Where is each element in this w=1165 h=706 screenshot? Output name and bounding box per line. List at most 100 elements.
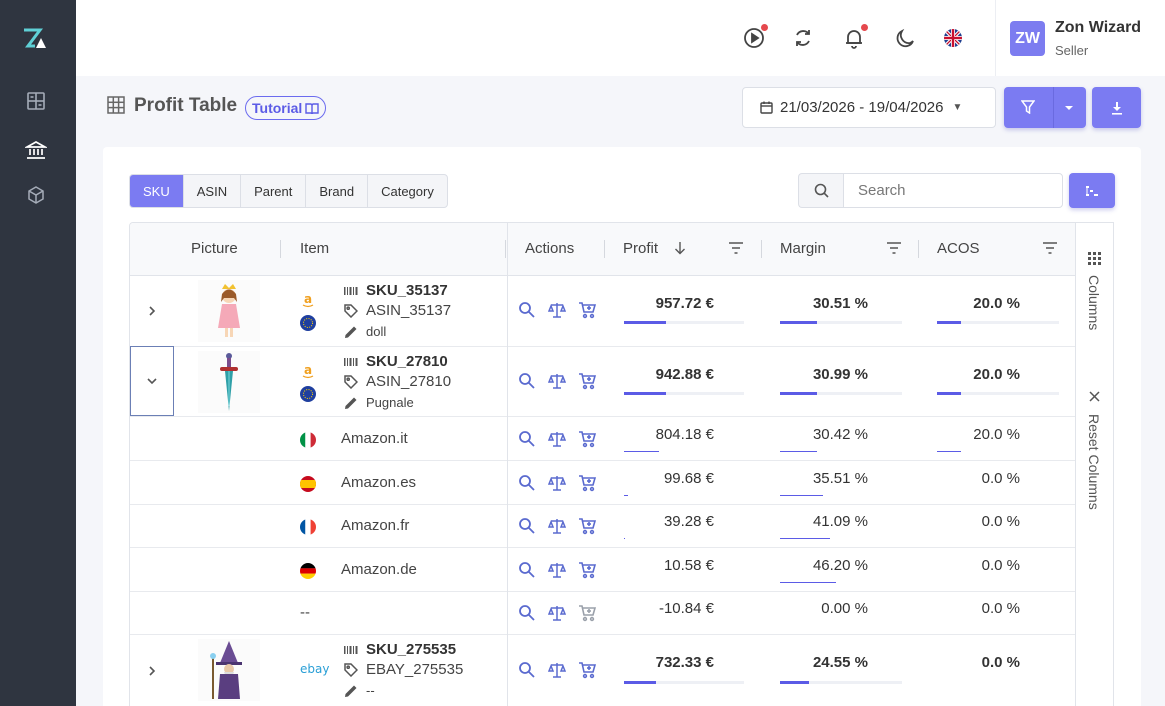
- sort-down-icon[interactable]: [674, 241, 686, 255]
- table-row[interactable]: a SKU_27810 ASIN_27810 Pugnale 942.88 € …: [130, 346, 1075, 417]
- pencil-icon: [345, 326, 357, 338]
- product-name: Pugnale: [344, 395, 414, 410]
- column-margin[interactable]: Margin: [780, 240, 826, 257]
- top-header: ZW Zon Wizard Seller: [76, 0, 1165, 76]
- funnel-icon: [1021, 100, 1035, 114]
- column-separator: [918, 240, 919, 258]
- close-icon[interactable]: [1089, 391, 1100, 402]
- date-range-picker[interactable]: 21/03/2026 - 19/04/2026 ▼: [742, 87, 996, 128]
- scale-icon[interactable]: [548, 301, 566, 319]
- download-button[interactable]: [1092, 87, 1141, 128]
- filter-icon[interactable]: [1042, 241, 1058, 255]
- dashboard-icon[interactable]: [25, 90, 47, 112]
- search-icon[interactable]: [518, 430, 536, 448]
- chevron-down-icon[interactable]: [130, 346, 174, 416]
- tab-sku[interactable]: SKU: [130, 175, 184, 207]
- search-icon[interactable]: [518, 372, 536, 390]
- moon-icon[interactable]: [893, 26, 917, 50]
- marketplace-row[interactable]: Amazon.de 10.58 € 46.20 % 0.0 %: [130, 548, 1075, 592]
- table-row[interactable]: ebay SKU_275535 EBAY_275535 -- 732.33 € …: [130, 635, 1075, 706]
- cart-icon[interactable]: [578, 561, 596, 579]
- scale-icon[interactable]: [548, 604, 566, 622]
- bell-icon[interactable]: [842, 24, 868, 50]
- tab-asin[interactable]: ASIN: [184, 175, 242, 207]
- bank-icon[interactable]: [25, 139, 47, 161]
- tab-parent[interactable]: Parent: [241, 175, 307, 207]
- filter-icon[interactable]: [728, 241, 744, 255]
- cart-icon[interactable]: [578, 301, 596, 319]
- france-flag-icon: [300, 519, 316, 535]
- user-menu[interactable]: ZW Zon Wizard Seller: [995, 0, 1165, 76]
- sku-value[interactable]: SKU_275535: [366, 641, 456, 658]
- column-picture[interactable]: Picture: [191, 240, 238, 257]
- refresh-icon[interactable]: [791, 26, 815, 50]
- book-icon: [305, 103, 319, 114]
- chevron-right-icon[interactable]: [130, 635, 174, 706]
- tutorial-button[interactable]: Tutorial: [245, 96, 327, 120]
- search-icon[interactable]: [518, 661, 536, 679]
- search-input[interactable]: [843, 173, 1063, 208]
- amazon-icon: a: [302, 364, 314, 379]
- margin-bar-fill: [780, 582, 837, 583]
- margin-value: 46.20 %: [812, 557, 868, 574]
- marketplace-row[interactable]: Amazon.it 804.18 € 30.42 % 20.0 %: [130, 417, 1075, 461]
- scale-icon[interactable]: [548, 372, 566, 390]
- tab-category[interactable]: Category: [368, 175, 447, 207]
- marketplace-name: Amazon.it: [341, 430, 408, 447]
- search-icon[interactable]: [798, 173, 843, 208]
- acos-value: 0.0 %: [981, 470, 1020, 487]
- sku-value[interactable]: SKU_27810: [366, 353, 448, 370]
- cart-icon[interactable]: [578, 372, 596, 390]
- search-icon[interactable]: [518, 517, 536, 535]
- column-actions[interactable]: Actions: [525, 240, 574, 257]
- chevron-down-icon[interactable]: [1064, 104, 1074, 112]
- acos-value: 20.0 %: [973, 366, 1020, 383]
- scale-icon[interactable]: [548, 561, 566, 579]
- filter-icon[interactable]: [886, 241, 902, 255]
- grouping-tabs: SKU ASIN Parent Brand Category: [129, 174, 448, 208]
- scale-icon[interactable]: [548, 661, 566, 679]
- svg-text:a: a: [304, 364, 312, 377]
- asin-value[interactable]: ASIN_27810: [366, 373, 451, 390]
- scale-icon[interactable]: [548, 517, 566, 535]
- play-icon[interactable]: [742, 24, 768, 50]
- sku-label: SKU_27810: [344, 353, 448, 370]
- table-row[interactable]: a SKU_35137 ASIN_35137 doll 957.72 € 30.…: [130, 276, 1075, 347]
- cart-icon[interactable]: [578, 604, 596, 622]
- column-item[interactable]: Item: [300, 240, 329, 257]
- grid-icon[interactable]: [1088, 252, 1101, 265]
- sku-value[interactable]: SKU_35137: [366, 282, 448, 299]
- marketplace-row[interactable]: Amazon.fr 39.28 € 41.09 % 0.0 %: [130, 505, 1075, 548]
- reset-columns-button[interactable]: Reset Columns: [1086, 414, 1102, 510]
- marketplace-row[interactable]: -- -10.84 € 0.00 % 0.0 %: [130, 592, 1075, 635]
- scale-icon[interactable]: [548, 430, 566, 448]
- scale-icon[interactable]: [548, 474, 566, 492]
- download-icon: [1111, 101, 1122, 115]
- profit-bar: [624, 392, 744, 395]
- tab-brand[interactable]: Brand: [306, 175, 369, 207]
- column-profit[interactable]: Profit: [623, 240, 658, 257]
- cart-icon[interactable]: [578, 430, 596, 448]
- name-value: Pugnale: [366, 395, 414, 410]
- profit-value: 957.72 €: [655, 295, 714, 312]
- search-icon[interactable]: [518, 604, 536, 622]
- search-icon[interactable]: [518, 474, 536, 492]
- tree-view-button[interactable]: [1069, 173, 1115, 208]
- columns-toggle[interactable]: Columns: [1086, 275, 1102, 330]
- asin-value[interactable]: EBAY_275535: [366, 661, 463, 678]
- app-logo[interactable]: [22, 26, 48, 52]
- box-icon[interactable]: [25, 184, 47, 206]
- acos-value: 0.0 %: [981, 654, 1020, 671]
- column-acos[interactable]: ACOS: [937, 240, 980, 257]
- asin-value[interactable]: ASIN_35137: [366, 302, 451, 319]
- cart-icon[interactable]: [578, 517, 596, 535]
- chevron-right-icon[interactable]: [130, 276, 174, 346]
- search-icon[interactable]: [518, 301, 536, 319]
- marketplace-row[interactable]: Amazon.es 99.68 € 35.51 % 0.0 %: [130, 461, 1075, 505]
- cart-icon[interactable]: [578, 474, 596, 492]
- cart-icon[interactable]: [578, 661, 596, 679]
- search-icon[interactable]: [518, 561, 536, 579]
- uk-flag-icon[interactable]: [941, 26, 965, 50]
- filter-button[interactable]: [1004, 87, 1086, 128]
- acos-bar: [937, 392, 1059, 395]
